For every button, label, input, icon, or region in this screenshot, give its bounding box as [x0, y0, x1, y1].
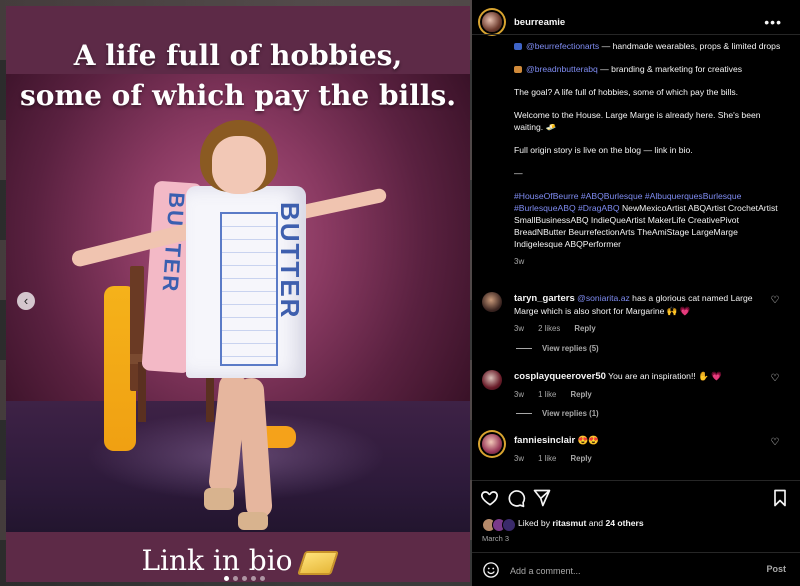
liked-by-middle: and: [586, 518, 606, 528]
commenter-username[interactable]: fanniesinclair: [514, 435, 575, 446]
comment-item: cosplayqueerover50 You are an inspiratio…: [482, 370, 792, 410]
commenter-avatar[interactable]: [482, 292, 502, 312]
comment-meta: 3w 1 like Reply: [514, 389, 764, 401]
liked-by-prefix: Liked by: [518, 518, 553, 528]
caption-text: — handmade wearables, props & limited dr…: [599, 41, 781, 51]
comment-time: 3w: [514, 390, 524, 399]
headline-line: A life full of hobbies,: [73, 39, 403, 72]
comment-meta: 3w 1 like Reply: [514, 453, 764, 465]
reply-button[interactable]: Reply: [574, 324, 595, 333]
image-cta: Link in bio: [6, 544, 470, 577]
liked-by: Liked by ritasmut and 24 others: [518, 518, 644, 528]
view-replies-button[interactable]: View replies (5): [516, 344, 599, 353]
costume-nutrition-label: [220, 212, 278, 366]
performer-face: [212, 136, 266, 194]
liked-by-user[interactable]: ritasmut: [552, 518, 586, 528]
mention-link[interactable]: @breadnbutterabq: [526, 64, 598, 74]
like-comment-heart-icon[interactable]: ♡: [770, 296, 780, 306]
like-heart-icon[interactable]: [480, 488, 500, 508]
caption-dash: —: [514, 168, 523, 178]
author-username[interactable]: beurreamie: [514, 17, 565, 28]
comment-body: cosplayqueerover50 You are an inspiratio…: [514, 370, 764, 401]
comment-meta: 3w 2 likes Reply: [514, 323, 764, 335]
caption-paragraph: Full origin story is live on the blog — …: [514, 145, 693, 155]
comment-bubble-icon[interactable]: [506, 488, 526, 508]
chair-leg: [138, 362, 146, 422]
header-divider: [472, 34, 800, 35]
carousel-dot: [224, 576, 229, 581]
shoe-emoji-icon: [514, 43, 522, 51]
performer-shoe: [238, 512, 268, 530]
mention-link[interactable]: @soniarita.az: [577, 293, 630, 303]
commenter-avatar[interactable]: [482, 370, 502, 390]
post-image[interactable]: BUTTER BUTTER A life full of hobbies, so…: [6, 6, 470, 582]
caption-paragraph: Welcome to the House. Large Marge is alr…: [514, 110, 761, 132]
carousel-dots: [224, 576, 265, 581]
post-comment-button[interactable]: Post: [766, 564, 786, 574]
commenter-username[interactable]: cosplayqueerover50: [514, 371, 606, 382]
carousel-dot: [260, 576, 265, 581]
caption-hashtags: #HouseOfBeurre #ABQBurlesque #Albuquerqu…: [514, 190, 786, 250]
reply-button[interactable]: Reply: [571, 454, 592, 463]
commenter-username[interactable]: taryn_garters: [514, 293, 575, 304]
comment-bar-divider: [472, 552, 800, 553]
caption-line: @breadnbutterabq — branding & marketing …: [514, 63, 786, 75]
post-actions: [472, 488, 800, 514]
comment-time: 3w: [514, 324, 524, 333]
save-bookmark-icon[interactable]: [770, 488, 790, 508]
comment-text: You are an inspiration!! ✋ 💗: [605, 371, 722, 381]
comment-likes[interactable]: 1 like: [538, 454, 556, 463]
emoji-smiley-icon[interactable]: [482, 561, 500, 579]
more-options-icon[interactable]: •••: [764, 14, 782, 30]
image-headline: A life full of hobbies, some of which pa…: [6, 36, 470, 116]
post-details-panel: beurreamie ••• @beurrefectionarts — hand…: [472, 0, 800, 586]
liked-by-others[interactable]: 24 others: [605, 518, 643, 528]
author-avatar[interactable]: [482, 12, 502, 32]
reply-button[interactable]: Reply: [571, 390, 592, 399]
bread-emoji-icon: [514, 66, 522, 74]
caption-time: 3w: [514, 257, 525, 266]
post-header: beurreamie •••: [472, 0, 800, 44]
liker-avatar: [502, 518, 516, 532]
add-comment-input[interactable]: [508, 562, 732, 580]
actions-divider: [472, 480, 800, 481]
share-send-icon[interactable]: [532, 488, 552, 508]
liked-by-avatars[interactable]: [482, 518, 516, 532]
like-comment-heart-icon[interactable]: ♡: [770, 438, 780, 448]
caption-paragraph: The goal? A life full of hobbies, some o…: [514, 87, 739, 97]
headline-line: some of which pay the bills.: [20, 79, 456, 112]
costume-text: BUTTER: [275, 202, 305, 320]
view-replies-button[interactable]: View replies (1): [516, 409, 599, 418]
comment-bar: Post: [472, 556, 800, 586]
comment-item: fanniesinclair 😍😍 3w 1 like Reply ♡: [482, 434, 792, 474]
mention-link[interactable]: @beurrefectionarts: [526, 41, 599, 51]
comment-body: taryn_garters @soniarita.az has a glorio…: [514, 292, 764, 335]
comment-time: 3w: [514, 454, 524, 463]
comment-text: 😍😍: [575, 435, 600, 445]
carousel-prev-icon[interactable]: ‹: [17, 292, 35, 310]
cta-text: Link in bio: [141, 544, 293, 577]
carousel-dot: [242, 576, 247, 581]
post-caption: @beurrefectionarts — handmade wearables,…: [514, 40, 786, 268]
caption-line: @beurrefectionarts — handmade wearables,…: [514, 40, 786, 52]
butter-emoji-icon: [296, 550, 339, 575]
comment-item: taryn_garters @soniarita.az has a glorio…: [482, 292, 792, 352]
like-comment-heart-icon[interactable]: ♡: [770, 374, 780, 384]
caption-text: — branding & marketing for creatives: [597, 64, 743, 74]
carousel-dot: [233, 576, 238, 581]
carousel-dot: [251, 576, 256, 581]
commenter-avatar[interactable]: [482, 434, 502, 454]
comment-likes[interactable]: 1 like: [538, 390, 556, 399]
post-date: March 3: [482, 534, 510, 543]
performer-shoe: [204, 488, 234, 510]
comment-likes[interactable]: 2 likes: [538, 324, 560, 333]
comment-body: fanniesinclair 😍😍 3w 1 like Reply: [514, 434, 764, 465]
